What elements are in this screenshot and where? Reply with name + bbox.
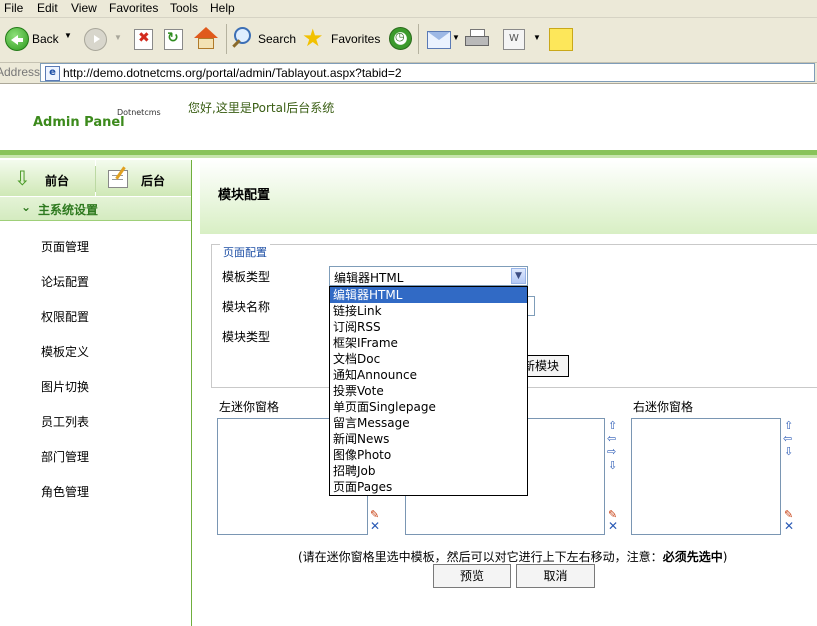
cancel-button[interactable]: 取消 — [516, 564, 595, 588]
dropdown-option[interactable]: 文档Doc — [330, 351, 527, 367]
menu-edit[interactable]: Edit — [37, 1, 58, 15]
mail-dropdown-icon[interactable]: ▼ — [452, 33, 460, 42]
tab-backend[interactable]: 后台 — [96, 160, 191, 196]
print-icon[interactable] — [465, 29, 489, 49]
star-icon: ★ — [302, 24, 324, 52]
sidebar-item-permission-config[interactable]: 权限配置 — [41, 308, 89, 325]
move-right-icon[interactable]: ⇨ — [607, 446, 616, 457]
move-left-icon[interactable]: ⇦ — [607, 433, 616, 444]
favorites-button[interactable]: ★ Favorites — [302, 24, 380, 52]
menu-bar: File Edit View Favorites Tools Help — [0, 0, 817, 18]
forward-arrow-icon[interactable] — [84, 28, 107, 51]
template-type-dropdown-list: 编辑器HTML 链接Link 订阅RSS 框架IFrame 文档Doc 通知An… — [329, 286, 528, 496]
dropdown-option[interactable]: 新闻News — [330, 431, 527, 447]
menu-view[interactable]: View — [71, 1, 97, 15]
forward-dropdown-icon[interactable]: ▼ — [114, 33, 122, 42]
sidebar-item-forum-config[interactable]: 论坛配置 — [41, 273, 89, 290]
notepad-icon — [108, 166, 128, 188]
move-left-icon[interactable]: ⇦ — [783, 433, 792, 444]
refresh-icon[interactable]: ↻ — [164, 29, 183, 50]
ie-page-icon: e — [45, 66, 60, 81]
menu-tools[interactable]: Tools — [170, 1, 198, 15]
dropdown-option[interactable]: 招聘Job — [330, 463, 527, 479]
dropdown-option[interactable]: 订阅RSS — [330, 319, 527, 335]
dropdown-option[interactable]: 编辑器HTML — [330, 287, 527, 303]
down-arrow-icon: ⇩ — [14, 166, 31, 190]
template-type-select[interactable]: 编辑器HTML ▼ — [329, 266, 528, 286]
sidebar-item-staff-list[interactable]: 员工列表 — [41, 413, 89, 430]
back-button[interactable]: Back ▼ — [4, 26, 74, 52]
move-down-icon[interactable]: ⇩ — [608, 460, 617, 471]
dropdown-option[interactable]: 链接Link — [330, 303, 527, 319]
greeting-text: 您好,这里是Portal后台系统 — [188, 101, 335, 115]
edit-word-icon[interactable]: W — [503, 29, 525, 50]
delete-x-icon[interactable]: ✕ — [370, 520, 380, 532]
sidebar-item-template-define[interactable]: 模板定义 — [41, 343, 89, 360]
select-value: 编辑器HTML — [334, 271, 404, 285]
right-pane-label: 右迷你窗格 — [633, 400, 694, 414]
chevron-down-icon: ⌄ — [21, 200, 32, 214]
dropdown-option[interactable]: 投票Vote — [330, 383, 527, 399]
back-dropdown-icon[interactable]: ▼ — [64, 31, 72, 40]
address-input[interactable]: e http://demo.dotnetcms.org/portal/admin… — [40, 63, 815, 82]
chevron-down-icon[interactable]: ▼ — [511, 268, 526, 284]
dropdown-option[interactable]: 框架IFrame — [330, 335, 527, 351]
home-icon[interactable] — [194, 27, 218, 49]
dropdown-option[interactable]: 图像Photo — [330, 447, 527, 463]
back-arrow-icon — [5, 27, 29, 51]
section-header[interactable]: ⌄ 主系统设置 — [0, 197, 191, 221]
fieldset-legend: 页面配置 — [220, 244, 270, 260]
sidebar-item-dept-manage[interactable]: 部门管理 — [41, 448, 89, 465]
instruction-note: (请在迷你窗格里选中模板，然后可以对它进行上下左右移动，注意：必须先选中) — [298, 550, 728, 564]
move-up-icon[interactable]: ⇧ — [608, 420, 617, 431]
mail-icon[interactable] — [427, 31, 451, 49]
sidebar: ⇩ 前台 后台 ⌄ 主系统设置 页面管理 论坛配置 权限配置 模板定义 图片切换… — [0, 160, 192, 626]
dropdown-option[interactable]: 页面Pages — [330, 479, 527, 495]
search-button[interactable]: Search — [231, 26, 296, 52]
dropdown-option[interactable]: 留言Message — [330, 415, 527, 431]
sidebar-item-role-manage[interactable]: 角色管理 — [41, 483, 89, 500]
menu-file[interactable]: File — [4, 1, 23, 15]
page-header: Dotnetcms Admin Panel 您好,这里是Portal后台系统 — [0, 84, 817, 150]
menu-favorites[interactable]: Favorites — [109, 1, 158, 15]
main-header: 模块配置 — [200, 160, 817, 234]
dropdown-option[interactable]: 通知Announce — [330, 367, 527, 383]
edit-dropdown-icon[interactable]: ▼ — [533, 33, 541, 42]
page-title: 模块配置 — [218, 188, 271, 203]
preview-button[interactable]: 预览 — [433, 564, 511, 588]
delete-x-icon[interactable]: ✕ — [608, 520, 618, 532]
history-icon[interactable]: ◷ — [389, 27, 412, 50]
edit-pencil-icon[interactable]: ✎ — [370, 508, 379, 521]
browser-toolbar: Back ▼ ▼ ✖ ↻ Search ★ Favorites ◷ ▼ W ▼ — [0, 18, 817, 63]
stop-icon[interactable]: ✖ — [134, 29, 153, 50]
right-mini-pane[interactable] — [631, 418, 781, 535]
messenger-icon[interactable] — [549, 28, 573, 51]
label-template-type: 模板类型 — [222, 270, 271, 284]
menu-help[interactable]: Help — [210, 1, 235, 15]
header-divider-light — [0, 155, 817, 158]
address-bar: Address e http://demo.dotnetcms.org/port… — [0, 63, 817, 84]
delete-x-icon[interactable]: ✕ — [784, 520, 794, 532]
move-up-icon[interactable]: ⇧ — [784, 420, 793, 431]
label-module-type: 模块类型 — [222, 330, 271, 344]
label-module-name: 模块名称 — [222, 300, 271, 314]
address-label: Address — [0, 65, 41, 79]
logo-title: Admin Panel — [33, 115, 125, 130]
address-url: http://demo.dotnetcms.org/portal/admin/T… — [63, 66, 402, 80]
tab-frontend[interactable]: ⇩ 前台 — [0, 160, 95, 196]
edit-pencil-icon[interactable]: ✎ — [784, 508, 793, 521]
left-pane-label: 左迷你窗格 — [219, 400, 280, 414]
sidebar-item-page-manage[interactable]: 页面管理 — [41, 238, 89, 255]
edit-pencil-icon[interactable]: ✎ — [608, 508, 617, 521]
move-down-icon[interactable]: ⇩ — [784, 446, 793, 457]
sidebar-item-image-switch[interactable]: 图片切换 — [41, 378, 89, 395]
dropdown-option[interactable]: 单页面Singlepage — [330, 399, 527, 415]
